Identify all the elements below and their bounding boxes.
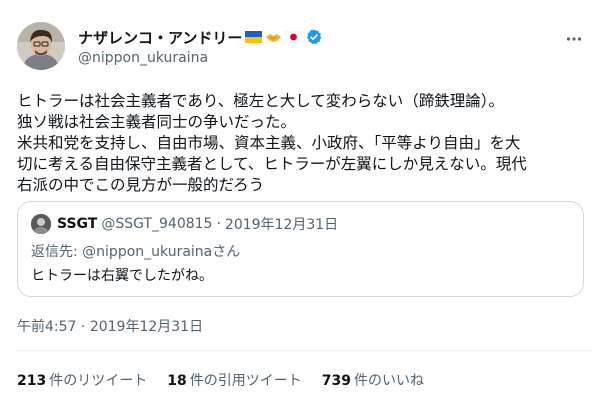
- ukraine-flag-icon: [245, 31, 263, 43]
- divider: [17, 350, 592, 351]
- quoted-reply-to: 返信先: @nippon_ukurainaさん: [31, 241, 240, 261]
- quote-tweets-count: 18: [167, 373, 187, 389]
- quoted-date: 2019年12月31日: [224, 217, 339, 233]
- retweets-label: 件のリツイート: [49, 373, 148, 389]
- tweet-text-line: 切に考える自由保守主義者として、ヒトラーが左翼にしか見えない。現代: [17, 155, 527, 173]
- likes-label: 件のいいね: [353, 373, 424, 389]
- quoted-tweet-text: ヒトラーは右翼でしたがね。: [31, 268, 213, 284]
- japan-flag-icon: [285, 31, 303, 43]
- retweets-stat[interactable]: 213 件のリツイート: [17, 370, 147, 390]
- quoted-author-handle: @SSGT_940815: [101, 216, 213, 232]
- quoted-separator: ·: [216, 216, 221, 232]
- author-avatar[interactable]: [17, 22, 65, 70]
- tweet-text-line: 右派の中でこの見方が一般的だろう: [17, 176, 265, 194]
- engagement-stats: 213 件のリツイート 18 件の引用ツイート 739 件のいいね: [17, 370, 444, 390]
- quoted-author-avatar: [31, 214, 51, 234]
- likes-stat[interactable]: 739 件のいいね: [322, 370, 424, 390]
- quoted-tweet-header: SSGT @SSGT_940815 · 2019年12月31日: [31, 214, 338, 234]
- quote-tweets-label: 件の引用ツイート: [189, 373, 302, 389]
- likes-count: 739: [321, 373, 351, 389]
- reply-to-mention: @nippon_ukurainaさん: [82, 244, 241, 260]
- timestamp-separator: ·: [76, 319, 90, 335]
- more-options-button[interactable]: [563, 28, 585, 50]
- tweet-timestamp: 午前4:57 · 2019年12月31日: [17, 316, 203, 336]
- author-header: ナザレンコ・アンドリー @nippon_ukuraina: [78, 26, 323, 66]
- tweet-text-line: 独ソ戦は社会主義者同士の争いだった。: [17, 113, 297, 131]
- tweet-card: ナザレンコ・アンドリー @nippon_ukuraina ヒトラーは社会主義者で…: [0, 0, 607, 402]
- reply-to-prefix: 返信先:: [31, 244, 83, 260]
- quote-tweets-stat[interactable]: 18 件の引用ツイート: [167, 370, 301, 390]
- tweet-text: ヒトラーは社会主義者であり、極左と大して変わらない（蹄鉄理論）。 独ソ戦は社会主…: [17, 91, 592, 196]
- quoted-author-name: SSGT: [57, 216, 98, 232]
- timestamp-date[interactable]: 2019年12月31日: [90, 319, 203, 335]
- timestamp-time[interactable]: 午前4:57: [17, 319, 76, 335]
- more-dots-icon: [566, 37, 582, 41]
- author-display-name[interactable]: ナザレンコ・アンドリー: [78, 27, 242, 48]
- tweet-text-line: 米共和党を支持し、自由市場、資本主義、小政府、「平等より自由」を大: [17, 134, 521, 152]
- author-name-row: ナザレンコ・アンドリー: [78, 26, 323, 48]
- retweets-count: 213: [17, 373, 47, 389]
- quoted-tweet-card[interactable]: SSGT @SSGT_940815 · 2019年12月31日 返信先: @ni…: [17, 201, 584, 297]
- author-handle[interactable]: @nippon_ukuraina: [78, 50, 323, 66]
- tweet-text-line: ヒトラーは社会主義者であり、極左と大して変わらない（蹄鉄理論）。: [17, 92, 505, 110]
- verified-badge-icon: [305, 28, 323, 46]
- handshake-icon: [265, 31, 282, 43]
